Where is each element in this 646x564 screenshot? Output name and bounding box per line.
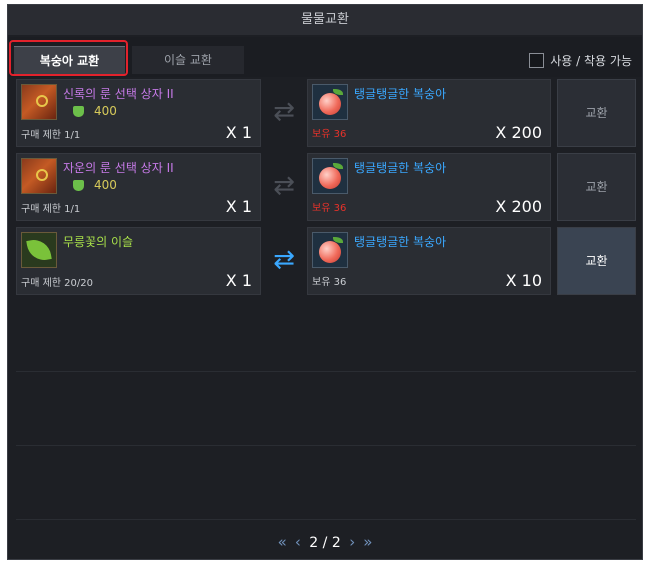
- empty-row: [16, 301, 636, 372]
- double-left-icon[interactable]: «: [278, 533, 287, 551]
- pagination: « ‹ 2 / 2 › »: [8, 525, 642, 559]
- peach-icon: [312, 232, 348, 268]
- cost-value: 400: [73, 104, 117, 118]
- purchase-limit: 구매 제한 1/1: [21, 204, 81, 215]
- reward-item-name: 탱글탱글한 복숭아: [354, 235, 447, 249]
- chest-icon: [21, 84, 57, 120]
- cost-item-name: 신록의 룬 선택 상자 II: [63, 87, 174, 101]
- reward-quantity: X 200: [495, 123, 542, 142]
- exchange-button[interactable]: 교환: [557, 227, 636, 295]
- currency-icon: [73, 106, 84, 117]
- reward-item-name: 탱글탱글한 복숭아: [354, 87, 447, 101]
- cost-value: 400: [73, 178, 117, 192]
- owned-count: 보유 36: [312, 277, 347, 288]
- peach-icon: [312, 158, 348, 194]
- exchange-button[interactable]: 교환: [557, 79, 636, 147]
- window-title: 물물교환: [8, 5, 642, 35]
- exchange-button[interactable]: 교환: [557, 153, 636, 221]
- usable-filter[interactable]: 사용 / 착용 가능: [529, 52, 632, 70]
- cost-item-name: 자운의 룬 선택 상자 II: [63, 161, 174, 175]
- reward-item-name: 탱글탱글한 복숭아: [354, 161, 447, 175]
- chevron-left-icon[interactable]: ‹: [295, 533, 301, 551]
- empty-row: [16, 375, 636, 446]
- cost-item-panel: 자운의 룬 선택 상자 II 400 구매 제한 1/1 X 1: [16, 153, 261, 221]
- chest-icon: [21, 158, 57, 194]
- barter-window: 물물교환 복숭아 교환 이슬 교환 사용 / 착용 가능 신록의 룬 선택 상자…: [7, 4, 643, 560]
- purchase-limit: 구매 제한 1/1: [21, 130, 81, 141]
- chevron-right-icon[interactable]: ›: [349, 533, 355, 551]
- cost-item-panel: 무릉꽃의 이슬 구매 제한 20/20 X 1: [16, 227, 261, 295]
- swap-arrows-icon: ⇄: [273, 97, 295, 127]
- currency-icon: [73, 180, 84, 191]
- swap-arrows-icon: ⇄: [273, 171, 295, 201]
- tab-bar: 복숭아 교환 이슬 교환 사용 / 착용 가능: [8, 37, 642, 77]
- reward-item-panel: 탱글탱글한 복숭아 보유 36 X 200: [307, 79, 551, 147]
- page-total: 2: [331, 535, 341, 551]
- exchange-list: 신록의 룬 선택 상자 II 400 구매 제한 1/1 X 1 ⇄ 탱글탱글한…: [8, 77, 642, 523]
- exchange-row: 신록의 룬 선택 상자 II 400 구매 제한 1/1 X 1 ⇄ 탱글탱글한…: [16, 79, 636, 149]
- double-right-icon[interactable]: »: [363, 533, 372, 551]
- cost-item-panel: 신록의 룬 선택 상자 II 400 구매 제한 1/1 X 1: [16, 79, 261, 147]
- reward-quantity: X 10: [505, 271, 542, 290]
- cost-quantity: X 1: [225, 197, 252, 216]
- owned-count: 보유 36: [312, 129, 347, 140]
- swap-arrows-icon: ⇄: [273, 245, 295, 275]
- leaf-icon: [21, 232, 57, 268]
- cost-quantity: X 1: [225, 123, 252, 142]
- reward-quantity: X 200: [495, 197, 542, 216]
- filter-checkbox[interactable]: [529, 53, 545, 68]
- purchase-limit: 구매 제한 20/20: [21, 278, 93, 289]
- owned-count: 보유 36: [312, 203, 347, 214]
- reward-item-panel: 탱글탱글한 복숭아 보유 36 X 10: [307, 227, 551, 295]
- tab-dew-exchange[interactable]: 이슬 교환: [132, 46, 244, 74]
- page-current: 2: [309, 535, 319, 551]
- peach-icon: [312, 84, 348, 120]
- empty-row: [16, 449, 636, 520]
- filter-label: 사용 / 착용 가능: [550, 54, 632, 68]
- page-separator: /: [322, 535, 328, 551]
- exchange-row: 무릉꽃의 이슬 구매 제한 20/20 X 1 ⇄ 탱글탱글한 복숭아 보유 3…: [16, 227, 636, 297]
- cost-quantity: X 1: [225, 271, 252, 290]
- reward-item-panel: 탱글탱글한 복숭아 보유 36 X 200: [307, 153, 551, 221]
- cost-item-name: 무릉꽃의 이슬: [63, 235, 134, 249]
- exchange-row: 자운의 룬 선택 상자 II 400 구매 제한 1/1 X 1 ⇄ 탱글탱글한…: [16, 153, 636, 223]
- active-tab-highlight: [9, 40, 128, 76]
